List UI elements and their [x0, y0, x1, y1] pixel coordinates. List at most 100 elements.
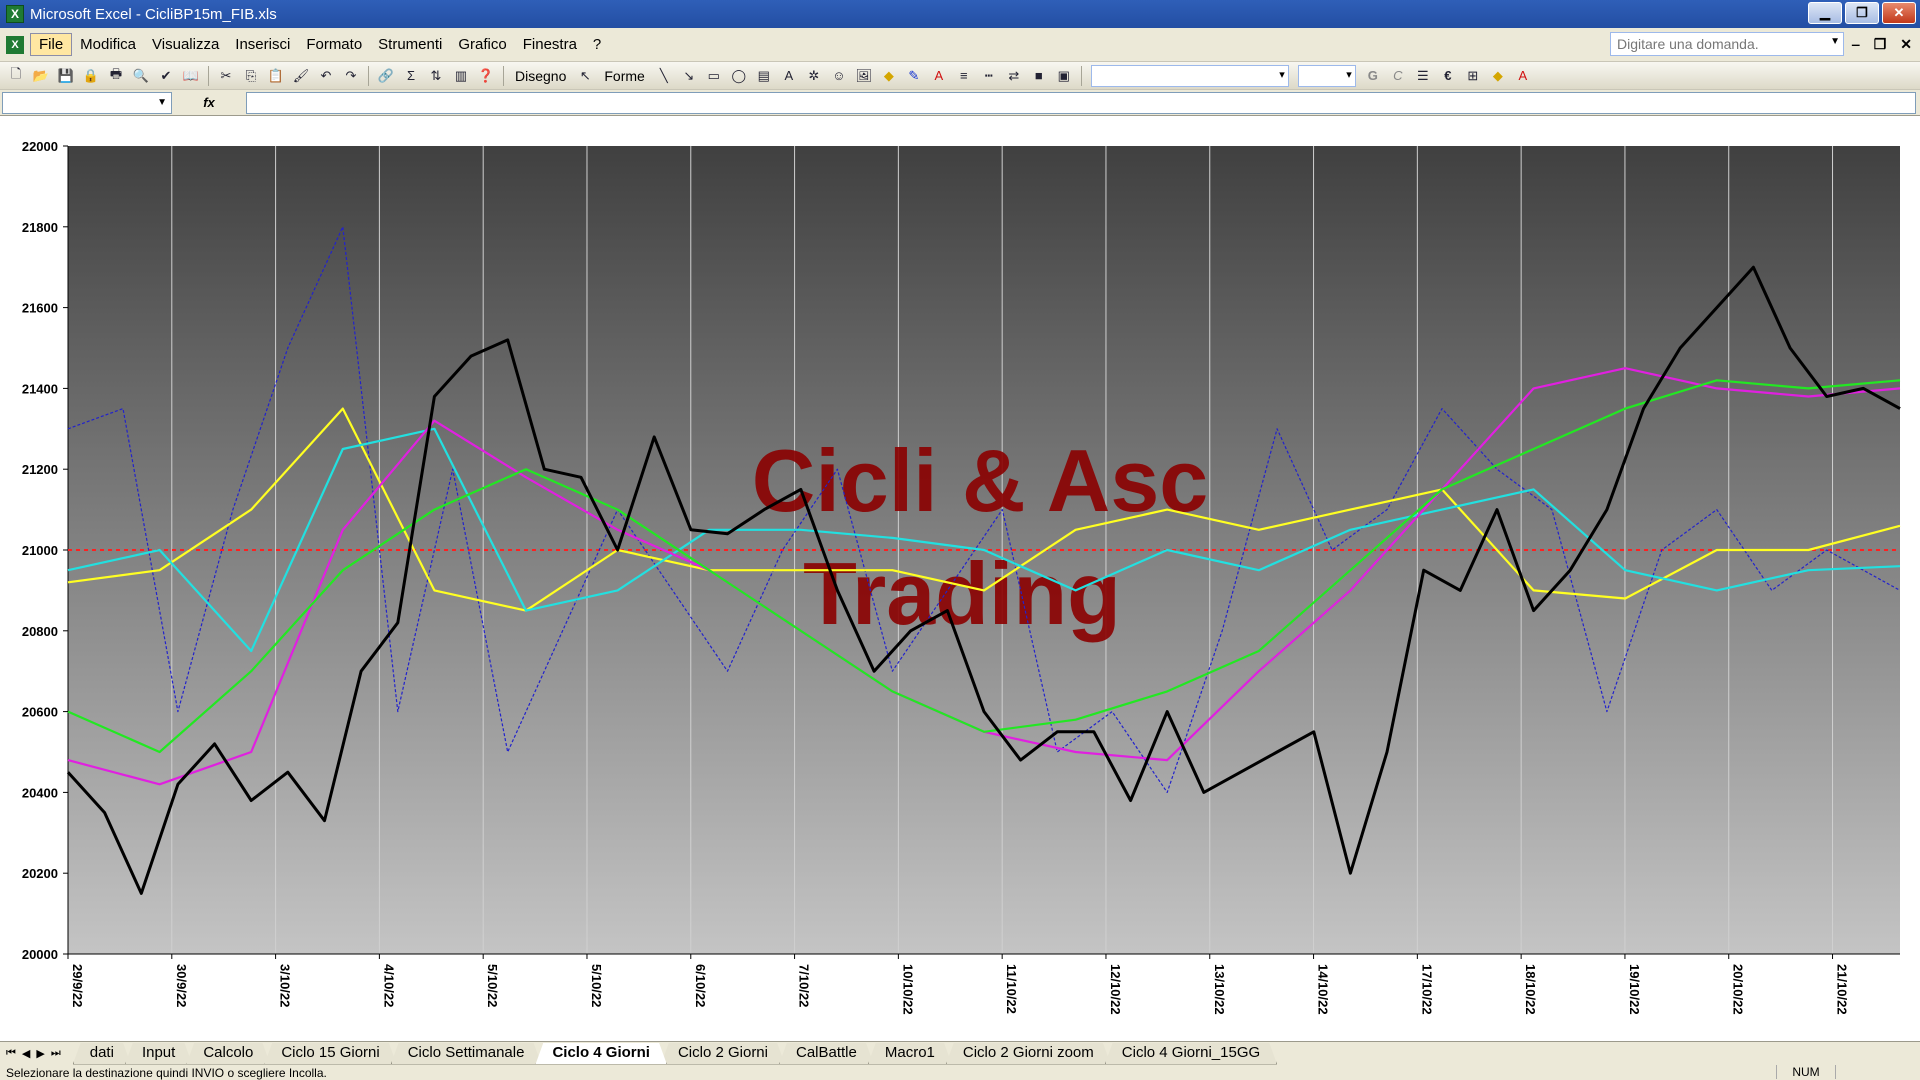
name-box-chevron-icon[interactable]: ▼ [157, 97, 167, 108]
help-icon[interactable]: ❓ [474, 65, 498, 87]
sheet-tab-ciclo-4-giorni-15gg[interactable]: Ciclo 4 Giorni_15GG [1105, 1043, 1277, 1065]
italic-icon[interactable]: C [1386, 65, 1410, 87]
textbox-icon[interactable]: ▤ [752, 65, 776, 87]
line-style-icon[interactable]: ≡ [952, 65, 976, 87]
chart-wizard-icon[interactable]: ▥ [449, 65, 473, 87]
excel-icon[interactable]: X [6, 5, 24, 23]
font-name-combo[interactable] [1090, 64, 1289, 87]
euro-icon[interactable]: € [1436, 65, 1460, 87]
arrow-style-icon[interactable]: ⇄ [1002, 65, 1026, 87]
menu-finestra[interactable]: Finestra [515, 34, 585, 55]
forme-menu[interactable]: Forme [598, 68, 650, 84]
help-question-placeholder: Digitare una domanda. [1617, 36, 1759, 52]
align-icon[interactable]: ☰ [1411, 65, 1435, 87]
menu-modifica[interactable]: Modifica [72, 34, 144, 55]
menu-visualizza[interactable]: Visualizza [144, 34, 227, 55]
doc-minimize-button[interactable]: ‒ [1852, 36, 1860, 53]
last-sheet-icon[interactable]: ⏭ [51, 1047, 61, 1060]
y-tick-label: 22000 [22, 139, 58, 154]
rectangle-icon[interactable]: ▭ [702, 65, 726, 87]
menu-grafico[interactable]: Grafico [450, 34, 514, 55]
clipart-icon[interactable]: ☺ [827, 65, 851, 87]
diagram-icon[interactable]: ✲ [802, 65, 826, 87]
wordart-icon[interactable]: A [777, 65, 801, 87]
permission-icon[interactable]: 🔒 [79, 65, 103, 87]
first-sheet-icon[interactable]: ⏮ [6, 1047, 16, 1060]
sheet-tab-calbattle[interactable]: CalBattle [779, 1043, 874, 1065]
select-arrow-icon[interactable]: ↖ [573, 65, 597, 87]
line-color-icon[interactable]: ✎ [902, 65, 926, 87]
x-tick-label: 19/10/22 [1627, 964, 1642, 1015]
text-color-icon[interactable]: A [1511, 65, 1535, 87]
sheet-tab-bar: ⏮ ◀ ▶ ⏭ dati Input Calcolo Ciclo 15 Gior… [0, 1041, 1920, 1065]
dash-style-icon[interactable]: ┅ [977, 65, 1001, 87]
fx-icon[interactable]: fx [172, 95, 246, 110]
sheet-tab-ciclo-2-giorni[interactable]: Ciclo 2 Giorni [661, 1043, 785, 1065]
format-painter-icon[interactable]: 🖌 [289, 65, 313, 87]
next-sheet-icon[interactable]: ▶ [36, 1047, 44, 1060]
menu-file[interactable]: File [30, 33, 73, 56]
sheet-tab-ciclo-2-giorni-zoom[interactable]: Ciclo 2 Giorni zoom [946, 1043, 1111, 1065]
redo-icon[interactable]: ↷ [339, 65, 363, 87]
prev-sheet-icon[interactable]: ◀ [22, 1047, 30, 1060]
sheet-tab-ciclo-settimanale[interactable]: Ciclo Settimanale [391, 1043, 542, 1065]
copy-icon[interactable]: ⎘ [239, 65, 263, 87]
undo-icon[interactable]: ↶ [314, 65, 338, 87]
bold-icon[interactable]: G [1361, 65, 1385, 87]
font-size-combo[interactable] [1297, 64, 1356, 87]
sheet-tab-input[interactable]: Input [125, 1043, 192, 1065]
help-question-input[interactable]: Digitare una domanda. ▼ [1610, 32, 1844, 56]
x-tick-label: 12/10/22 [1108, 964, 1123, 1015]
chart-area[interactable]: 20000 20200 20400 20600 20800 21000 21200 21400… [0, 116, 1920, 1041]
shadow-icon[interactable]: ■ [1027, 65, 1051, 87]
line-chart[interactable]: 20000 20200 20400 20600 20800 21000 21200 21400… [0, 116, 1920, 1041]
borders-icon[interactable]: ⊞ [1461, 65, 1485, 87]
cut-icon[interactable]: ✂ [214, 65, 238, 87]
menu-bar: X File Modifica Visualizza Inserisci For… [0, 28, 1920, 62]
sheet-tab-ciclo-4-giorni[interactable]: Ciclo 4 Giorni [535, 1043, 667, 1065]
print-preview-icon[interactable]: 🔍 [129, 65, 153, 87]
y-tick-label: 21200 [22, 462, 58, 477]
formula-input[interactable] [246, 91, 1916, 114]
open-icon[interactable]: 📂 [29, 65, 53, 87]
x-tick-label: 17/10/22 [1419, 964, 1434, 1015]
x-tick-label: 30/9/22 [174, 964, 189, 1007]
y-tick-label: 21000 [22, 543, 58, 558]
sheet-tab-macro1[interactable]: Macro1 [868, 1043, 952, 1065]
minimize-button[interactable]: ▁ [1808, 2, 1842, 24]
menu-inserisci[interactable]: Inserisci [227, 34, 298, 55]
chevron-down-icon[interactable]: ▼ [1830, 36, 1840, 47]
font-color-icon[interactable]: A [927, 65, 951, 87]
autosum-icon[interactable]: Σ [399, 65, 423, 87]
line-icon[interactable]: ╲ [652, 65, 676, 87]
print-icon[interactable]: 🖶 [104, 65, 128, 87]
menu-strumenti[interactable]: Strumenti [370, 34, 450, 55]
3d-icon[interactable]: ▣ [1052, 65, 1076, 87]
close-button[interactable]: ✕ [1882, 2, 1916, 24]
oval-icon[interactable]: ◯ [727, 65, 751, 87]
new-icon[interactable]: 🗋 [4, 65, 28, 87]
doc-restore-button[interactable]: ❐ [1874, 36, 1887, 53]
spelling-icon[interactable]: ✔ [154, 65, 178, 87]
menu-help[interactable]: ? [585, 34, 609, 55]
doc-close-button[interactable]: ✕ [1900, 36, 1912, 53]
sheet-tab-calcolo[interactable]: Calcolo [186, 1043, 270, 1065]
research-icon[interactable]: 📖 [179, 65, 203, 87]
maximize-button[interactable]: ❐ [1845, 2, 1879, 24]
hyperlink-icon[interactable]: 🔗 [374, 65, 398, 87]
sort-icon[interactable]: ⇅ [424, 65, 448, 87]
x-tick-label: 14/10/22 [1316, 964, 1331, 1015]
arrow-icon[interactable]: ↘ [677, 65, 701, 87]
y-tick-label: 20800 [22, 624, 58, 639]
picture-icon[interactable]: 🖼 [852, 65, 876, 87]
name-box[interactable]: ▼ [2, 91, 172, 114]
sheet-tab-ciclo-15-giorni[interactable]: Ciclo 15 Giorni [264, 1043, 396, 1065]
sheet-tab-dati[interactable]: dati [73, 1043, 131, 1065]
paste-icon[interactable]: 📋 [264, 65, 288, 87]
cell-fill-icon[interactable]: ◆ [1486, 65, 1510, 87]
disegno-menu[interactable]: Disegno [509, 68, 572, 84]
fill-color-icon[interactable]: ◆ [877, 65, 901, 87]
excel-doc-icon[interactable]: X [6, 35, 24, 54]
menu-formato[interactable]: Formato [298, 34, 370, 55]
save-icon[interactable]: 💾 [54, 65, 78, 87]
